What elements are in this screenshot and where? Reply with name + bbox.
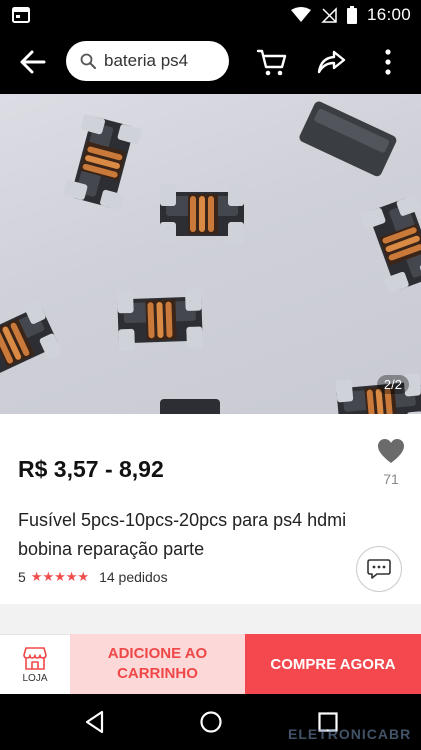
wifi-icon: [290, 7, 311, 22]
orders-count: 14 pedidos: [99, 569, 168, 585]
watermark-logo: ELETRONICABR: [288, 726, 412, 742]
favorite-count: 71: [383, 471, 399, 487]
nav-home-icon[interactable]: [199, 710, 223, 734]
top-toolbar: bateria ps4: [0, 30, 421, 94]
search-input[interactable]: bateria ps4: [66, 41, 229, 81]
heart-icon: [378, 439, 404, 463]
price-range: R$ 3,57 - 8,92: [18, 456, 164, 482]
image-pager-indicator: 2/2: [376, 375, 409, 394]
product-image[interactable]: 2/2: [0, 94, 421, 414]
calendar-notification-icon: [12, 7, 30, 23]
nav-back-icon[interactable]: [84, 710, 106, 734]
product-info: R$ 3,57 - 8,92 71 Fusível 5pcs-10pcs-20p…: [0, 414, 421, 604]
search-icon: [80, 53, 96, 69]
store-button[interactable]: LOJA: [0, 634, 70, 694]
no-signal-icon: [321, 7, 337, 23]
buy-now-button[interactable]: COMPRE AGORA: [245, 634, 421, 694]
favorite-button[interactable]: 71: [374, 438, 408, 502]
rating-row[interactable]: 5 ★★★★★ 14 pedidos: [18, 569, 168, 585]
more-options-icon[interactable]: [383, 48, 393, 76]
product-photo-illustration: [0, 101, 421, 414]
store-icon: [23, 646, 47, 670]
store-label: LOJA: [22, 672, 48, 684]
status-time: 16:00: [366, 5, 411, 24]
back-arrow-icon[interactable]: [18, 48, 48, 76]
chat-bubble-icon: [367, 559, 391, 579]
product-title: Fusível 5pcs-10pcs-20pcs para ps4 hdmi b…: [18, 510, 347, 559]
chat-seller-button[interactable]: [356, 546, 402, 592]
status-bar: 16:00: [0, 0, 421, 30]
bottom-action-bar: LOJA ADICIONE AO CARRINHO COMPRE AGORA: [0, 634, 421, 694]
search-query: bateria ps4: [104, 51, 189, 70]
shopping-cart-icon[interactable]: [256, 46, 288, 78]
section-divider: [0, 604, 421, 634]
battery-icon: [346, 6, 357, 24]
rating-value: 5: [18, 569, 26, 585]
share-icon[interactable]: [316, 48, 346, 76]
add-to-cart-button[interactable]: ADICIONE AO CARRINHO: [70, 634, 245, 694]
rating-stars: ★★★★★: [30, 569, 90, 584]
